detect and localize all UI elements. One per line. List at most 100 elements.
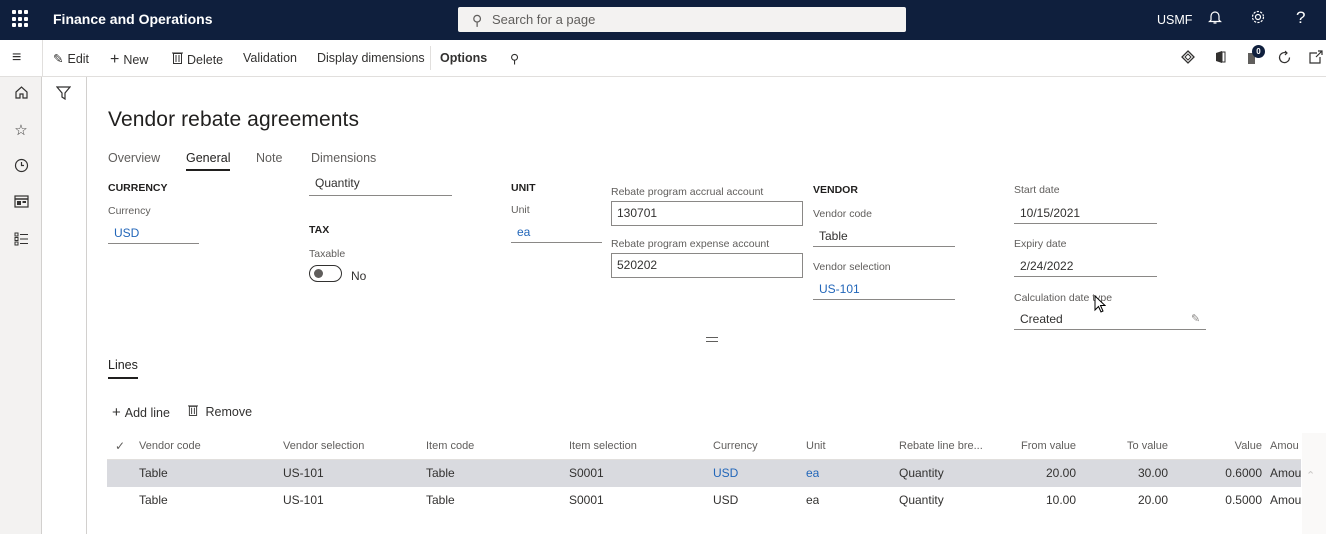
cell-value[interactable]: 0.6000	[1187, 460, 1262, 487]
page-title: Vendor rebate agreements	[108, 108, 360, 131]
workspace-icon[interactable]	[12, 195, 30, 212]
plus-icon: +	[112, 404, 121, 421]
expense-account-input[interactable]: 520202	[611, 253, 803, 278]
vendor-code-field[interactable]: Table	[813, 227, 955, 247]
cell-vendor-code[interactable]: Table	[139, 487, 168, 514]
pencil-icon: ✎	[53, 52, 64, 66]
start-date-field[interactable]: 10/15/2021	[1014, 204, 1157, 224]
column-header-unit[interactable]: Unit	[806, 433, 826, 460]
filter-icon[interactable]	[55, 86, 72, 104]
cell-vendor-code[interactable]: Table	[139, 460, 168, 487]
calculation-date-type-field[interactable]: Created	[1014, 310, 1206, 330]
cell-unit[interactable]: ea	[806, 460, 819, 487]
home-icon[interactable]	[12, 85, 30, 104]
add-line-button[interactable]: + Add line	[112, 404, 170, 421]
edit-pencil-icon[interactable]: ✎	[1191, 312, 1200, 325]
trash-icon	[188, 405, 201, 419]
cell-from-value[interactable]: 10.00	[987, 487, 1076, 514]
tab-lines[interactable]: Lines	[108, 358, 138, 379]
currency-section-header: CURRENCY	[108, 182, 168, 194]
cell-item-code[interactable]: Table	[426, 487, 455, 514]
vendor-selection-field[interactable]: US-101	[813, 280, 955, 300]
hamburger-menu-icon[interactable]: ≡	[12, 49, 21, 67]
star-icon[interactable]: ☆	[12, 121, 30, 139]
column-header-item-code[interactable]: Item code	[426, 433, 474, 460]
vertical-scrollbar[interactable]	[1302, 433, 1326, 534]
table-row[interactable]: Table US-101 Table S0001 USD ea Quantity…	[107, 460, 1301, 487]
waffle-icon[interactable]	[12, 10, 30, 28]
delete-button[interactable]: Delete	[172, 51, 223, 67]
cell-currency[interactable]: USD	[713, 460, 738, 487]
action-search-icon[interactable]: ⚲	[510, 51, 519, 66]
unit-section-header: UNIT	[511, 182, 536, 194]
help-icon[interactable]: ?	[1296, 8, 1305, 28]
refresh-icon[interactable]	[1277, 50, 1292, 68]
section-splitter-handle[interactable]	[706, 337, 718, 342]
power-apps-icon[interactable]	[1181, 50, 1195, 67]
cell-vendor-selection[interactable]: US-101	[283, 487, 324, 514]
list-icon[interactable]	[12, 232, 30, 250]
column-header-amount[interactable]: Amou	[1270, 433, 1301, 460]
grid-header-row: ✓ Vendor code Vendor selection Item code…	[107, 433, 1301, 460]
cell-item-selection[interactable]: S0001	[569, 487, 604, 514]
validation-button[interactable]: Validation	[243, 51, 297, 65]
office-icon[interactable]	[1214, 50, 1226, 67]
column-header-vendor-code[interactable]: Vendor code	[139, 433, 201, 460]
cell-rebate-line-break[interactable]: Quantity	[899, 460, 944, 487]
cell-amount[interactable]: Amou	[1270, 460, 1301, 487]
unit-field[interactable]: ea	[511, 223, 602, 243]
edit-button[interactable]: ✎ Edit	[53, 51, 89, 66]
mouse-cursor-icon	[1094, 294, 1107, 318]
remove-button[interactable]: Remove	[188, 404, 252, 419]
column-header-currency[interactable]: Currency	[713, 433, 758, 460]
vendor-code-label: Vendor code	[813, 208, 872, 220]
search-input[interactable]: ⚲ Search for a page	[458, 7, 906, 32]
bell-icon[interactable]	[1208, 9, 1222, 30]
cell-from-value[interactable]: 20.00	[987, 460, 1076, 487]
expiry-date-label: Expiry date	[1014, 238, 1067, 250]
tax-section-header: TAX	[309, 224, 330, 236]
column-header-value[interactable]: Value	[1187, 433, 1262, 460]
action-pane: ≡ ✎ Edit + New Delete Validation Display d…	[0, 40, 1326, 77]
table-row[interactable]: Table US-101 Table S0001 USD ea Quantity…	[107, 487, 1301, 514]
options-button[interactable]: Options	[440, 51, 487, 65]
column-header-to-value[interactable]: To value	[1087, 433, 1168, 460]
cell-to-value[interactable]: 20.00	[1087, 487, 1168, 514]
column-header-from-value[interactable]: From value	[987, 433, 1076, 460]
clock-icon[interactable]	[12, 158, 30, 177]
cell-to-value[interactable]: 30.00	[1087, 460, 1168, 487]
tab-dimensions[interactable]: Dimensions	[311, 151, 376, 165]
currency-field[interactable]: USD	[108, 224, 199, 244]
company-picker[interactable]: USMF	[1157, 13, 1192, 27]
scroll-up-chevron-icon[interactable]: ⌃	[1306, 469, 1315, 482]
accrual-account-input[interactable]: 130701	[611, 201, 803, 226]
select-all-checkbox[interactable]: ✓	[115, 433, 125, 460]
open-new-window-icon[interactable]	[1309, 50, 1323, 67]
cell-currency[interactable]: USD	[713, 487, 738, 514]
cell-amount[interactable]: Amou	[1270, 487, 1301, 514]
filter-pane	[43, 77, 87, 534]
new-button[interactable]: + New	[110, 51, 148, 69]
top-navigation-bar: Finance and Operations ⚲ Search for a pa…	[0, 0, 1326, 40]
cell-value[interactable]: 0.5000	[1187, 487, 1262, 514]
rebate-line-break-field[interactable]: Quantity	[309, 176, 452, 196]
tab-note[interactable]: Note	[256, 151, 282, 165]
gear-icon[interactable]	[1250, 9, 1266, 30]
accrual-account-label: Rebate program accrual account	[611, 186, 764, 198]
display-dimensions-button[interactable]: Display dimensions	[317, 51, 425, 65]
taxable-label: Taxable	[309, 248, 346, 260]
column-header-vendor-selection[interactable]: Vendor selection	[283, 433, 364, 460]
column-header-item-selection[interactable]: Item selection	[569, 433, 637, 460]
cell-rebate-line-break[interactable]: Quantity	[899, 487, 944, 514]
expiry-date-field[interactable]: 2/24/2022	[1014, 257, 1157, 277]
cell-unit[interactable]: ea	[806, 487, 819, 514]
tab-overview[interactable]: Overview	[108, 151, 160, 165]
vendor-section-header: VENDOR	[813, 184, 858, 196]
tab-general[interactable]: General	[186, 151, 231, 171]
column-header-rebate-line-break[interactable]: Rebate line bre...	[899, 433, 983, 460]
app-title[interactable]: Finance and Operations	[53, 11, 212, 27]
taxable-toggle[interactable]	[309, 265, 342, 282]
cell-vendor-selection[interactable]: US-101	[283, 460, 324, 487]
cell-item-code[interactable]: Table	[426, 460, 455, 487]
cell-item-selection[interactable]: S0001	[569, 460, 604, 487]
